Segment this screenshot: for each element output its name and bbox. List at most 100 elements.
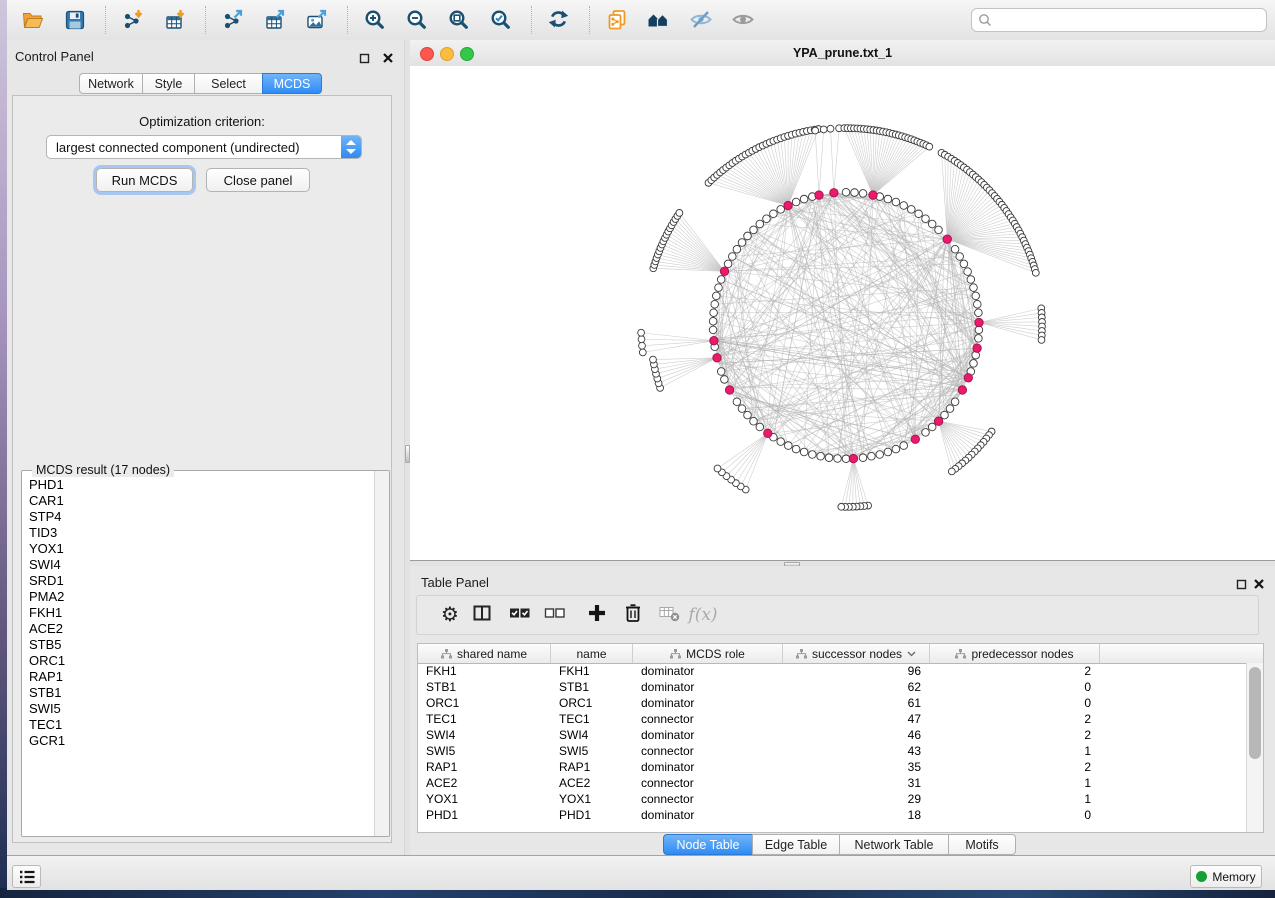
network-node[interactable]	[974, 300, 982, 308]
table-cell[interactable]: SWI4	[551, 727, 633, 743]
network-node[interactable]	[941, 411, 949, 419]
column-header-name[interactable]: name	[551, 644, 633, 663]
table-cell[interactable]: RAP1	[418, 759, 551, 775]
network-node[interactable]	[928, 423, 936, 431]
network-node[interactable]	[750, 417, 758, 425]
table-cell[interactable]: YOX1	[418, 791, 551, 807]
table-cell[interactable]: 35	[783, 759, 930, 775]
network-graph[interactable]	[410, 66, 1275, 560]
tab-edge-table[interactable]: Edge Table	[752, 834, 840, 855]
network-node[interactable]	[650, 356, 657, 363]
network-node[interactable]	[744, 232, 752, 240]
export-table-button[interactable]	[257, 4, 293, 36]
result-list-item[interactable]: SWI5	[22, 701, 375, 717]
table-cell[interactable]: dominator	[633, 663, 783, 679]
network-node-selected[interactable]	[725, 386, 733, 394]
network-node[interactable]	[1032, 269, 1039, 276]
save-session-button[interactable]	[57, 4, 93, 36]
table-row[interactable]: SWI4SWI4dominator462	[418, 727, 1247, 743]
table-row[interactable]: ORC1ORC1dominator610	[418, 695, 1247, 711]
table-cell[interactable]: dominator	[633, 727, 783, 743]
network-node[interactable]	[838, 503, 845, 510]
table-row[interactable]: ACE2ACE2connector311	[418, 775, 1247, 791]
result-list-item[interactable]: GCR1	[22, 733, 375, 749]
network-node[interactable]	[750, 226, 758, 234]
tab-style[interactable]: Style	[142, 73, 195, 94]
network-node-selected[interactable]	[911, 435, 919, 443]
table-cell[interactable]: ORC1	[551, 695, 633, 711]
tab-motifs[interactable]: Motifs	[948, 834, 1016, 855]
column-header-shared-name[interactable]: shared name	[418, 644, 551, 663]
table-row[interactable]: SWI5SWI5connector431	[418, 743, 1247, 759]
float-panel-icon[interactable]	[359, 51, 370, 62]
network-node-selected[interactable]	[830, 189, 838, 197]
table-cell[interactable]: FKH1	[551, 663, 633, 679]
table-row[interactable]: YOX1YOX1connector291	[418, 791, 1247, 807]
network-node-selected[interactable]	[943, 235, 951, 243]
network-node[interactable]	[956, 253, 964, 261]
result-list-item[interactable]: YOX1	[22, 541, 375, 557]
table-cell[interactable]: 1	[930, 791, 1100, 807]
import-network-from-file-button[interactable]	[115, 4, 151, 36]
network-node[interactable]	[892, 445, 900, 453]
network-node-selected[interactable]	[964, 374, 972, 382]
table-row[interactable]: RAP1RAP1dominator352	[418, 759, 1247, 775]
network-node[interactable]	[709, 317, 717, 325]
result-list-item[interactable]: SWI4	[22, 557, 375, 573]
table-cell[interactable]: PHD1	[551, 807, 633, 823]
network-node[interactable]	[842, 455, 850, 463]
result-list-item[interactable]: PMA2	[22, 589, 375, 605]
show-all-button[interactable]	[725, 4, 761, 36]
network-node-selected[interactable]	[764, 429, 772, 437]
delete-button[interactable]	[619, 601, 647, 629]
network-node[interactable]	[792, 445, 800, 453]
mcds-result-scrollbar[interactable]	[374, 471, 389, 836]
table-cell[interactable]: 96	[783, 663, 930, 679]
network-node[interactable]	[785, 442, 793, 450]
network-node[interactable]	[800, 448, 808, 456]
network-node[interactable]	[972, 292, 980, 300]
result-list-item[interactable]: STB5	[22, 637, 375, 653]
network-node-selected[interactable]	[720, 267, 728, 275]
network-node[interactable]	[975, 335, 983, 343]
network-node-selected[interactable]	[784, 201, 792, 209]
network-node[interactable]	[812, 127, 819, 134]
table-cell[interactable]: 0	[930, 807, 1100, 823]
network-node[interactable]	[827, 125, 834, 132]
export-image-button[interactable]	[299, 4, 335, 36]
network-node[interactable]	[711, 300, 719, 308]
close-panel-icon[interactable]	[1253, 577, 1265, 589]
table-cell[interactable]: 2	[930, 759, 1100, 775]
network-node[interactable]	[638, 329, 645, 336]
network-node[interactable]	[638, 336, 645, 343]
apply-preferred-layout-button[interactable]	[541, 4, 577, 36]
network-node-selected[interactable]	[973, 344, 981, 352]
network-node[interactable]	[809, 451, 817, 459]
gear-button[interactable]: ⚙	[436, 601, 464, 629]
network-node[interactable]	[964, 268, 972, 276]
network-node[interactable]	[1038, 337, 1045, 344]
network-node[interactable]	[825, 454, 833, 462]
table-cell[interactable]: PHD1	[418, 807, 551, 823]
result-list-item[interactable]: TID3	[22, 525, 375, 541]
zoom-selected-button[interactable]	[483, 4, 519, 36]
network-node-selected[interactable]	[934, 417, 942, 425]
result-list-item[interactable]: STB1	[22, 685, 375, 701]
table-row[interactable]: FKH1FKH1dominator962	[418, 663, 1247, 679]
column-header-MCDS-role[interactable]: MCDS role	[633, 644, 783, 663]
table-cell[interactable]: dominator	[633, 759, 783, 775]
network-node[interactable]	[777, 438, 785, 446]
network-node[interactable]	[639, 342, 646, 349]
table-cell[interactable]: RAP1	[551, 759, 633, 775]
network-node[interactable]	[960, 260, 968, 268]
table-cell[interactable]: 2	[930, 727, 1100, 743]
network-node[interactable]	[908, 206, 916, 214]
network-node[interactable]	[951, 398, 959, 406]
hide-selected-button[interactable]	[683, 4, 719, 36]
result-list-item[interactable]: ORC1	[22, 653, 375, 669]
network-node[interactable]	[948, 468, 955, 475]
table-cell[interactable]: STB1	[551, 679, 633, 695]
table-cell[interactable]: 0	[930, 679, 1100, 695]
network-node[interactable]	[868, 452, 876, 460]
table-cell[interactable]: connector	[633, 743, 783, 759]
